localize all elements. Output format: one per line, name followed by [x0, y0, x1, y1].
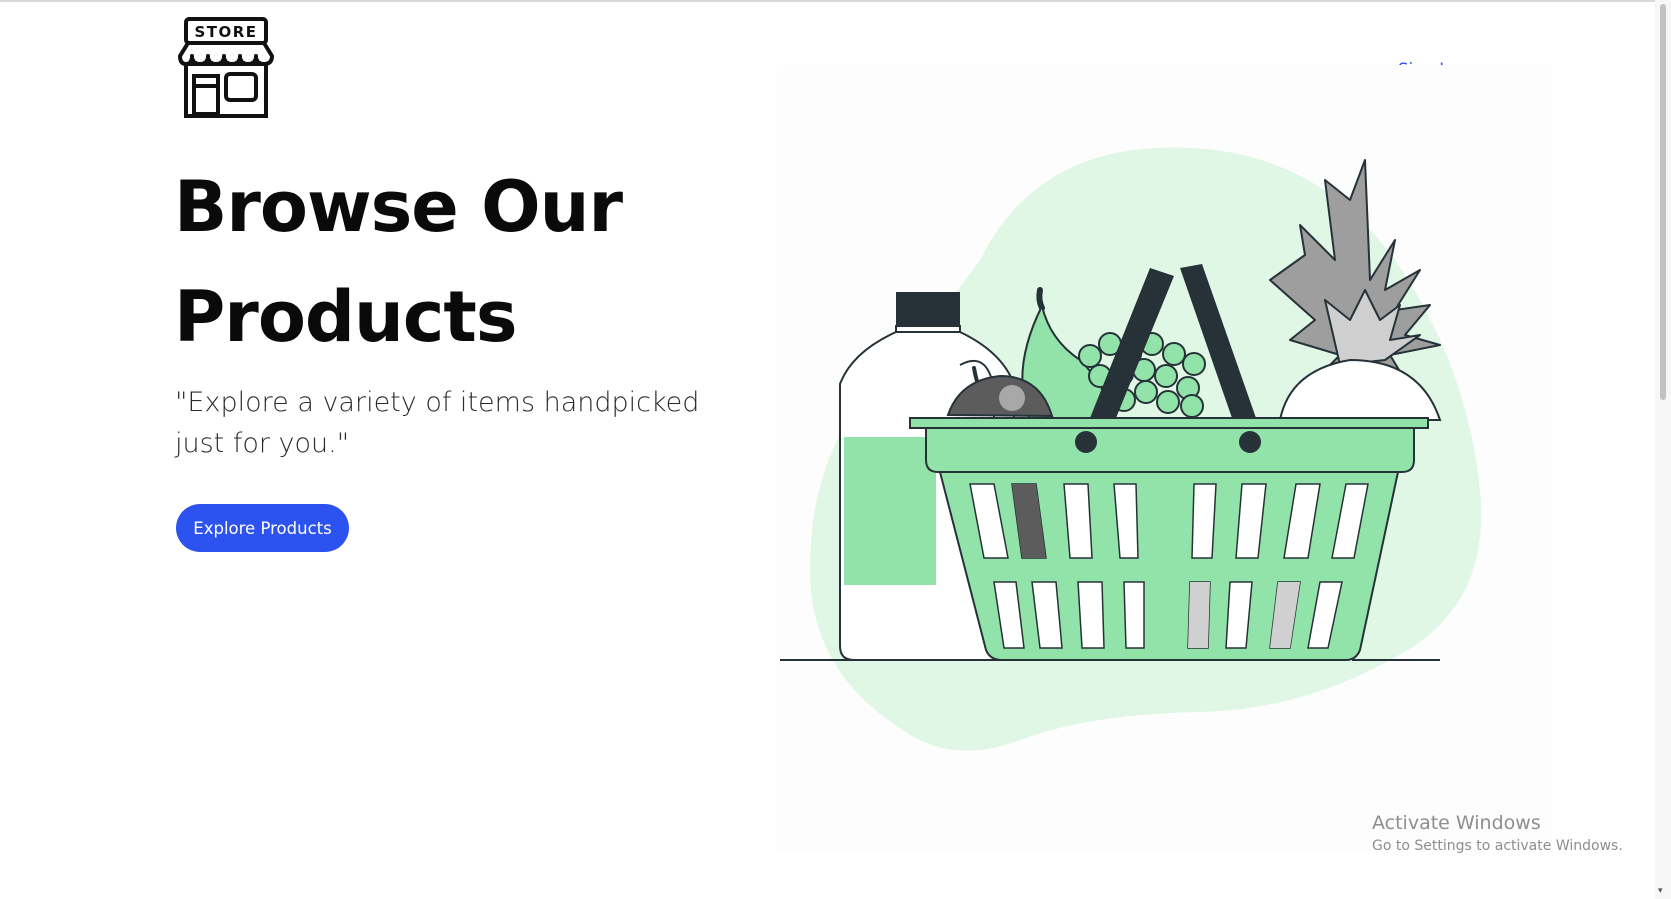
- top-border: [0, 0, 1671, 2]
- page: STORE Browse Our Products "Explore a var…: [0, 0, 1671, 899]
- scrollbar-thumb[interactable]: [1660, 4, 1666, 400]
- basket: [909, 417, 1429, 661]
- scroll-down-arrow-icon[interactable]: ▾: [1658, 886, 1663, 896]
- grocery-basket-illustration: [780, 147, 1482, 751]
- activate-windows-title: Activate Windows: [1372, 812, 1541, 834]
- store-logo-icon[interactable]: STORE: [176, 16, 276, 120]
- title-line-2: Products: [174, 276, 517, 358]
- vertical-scrollbar[interactable]: ▾: [1655, 0, 1671, 899]
- page-title: Browse Our Products: [174, 152, 694, 372]
- hero-subtitle: "Explore a variety of items handpicked j…: [175, 387, 700, 459]
- explore-products-button[interactable]: Explore Products: [176, 504, 349, 552]
- logo-text: STORE: [194, 23, 257, 41]
- title-line-1: Browse Our: [174, 166, 623, 248]
- activate-windows-subtitle: Go to Settings to activate Windows.: [1372, 838, 1623, 854]
